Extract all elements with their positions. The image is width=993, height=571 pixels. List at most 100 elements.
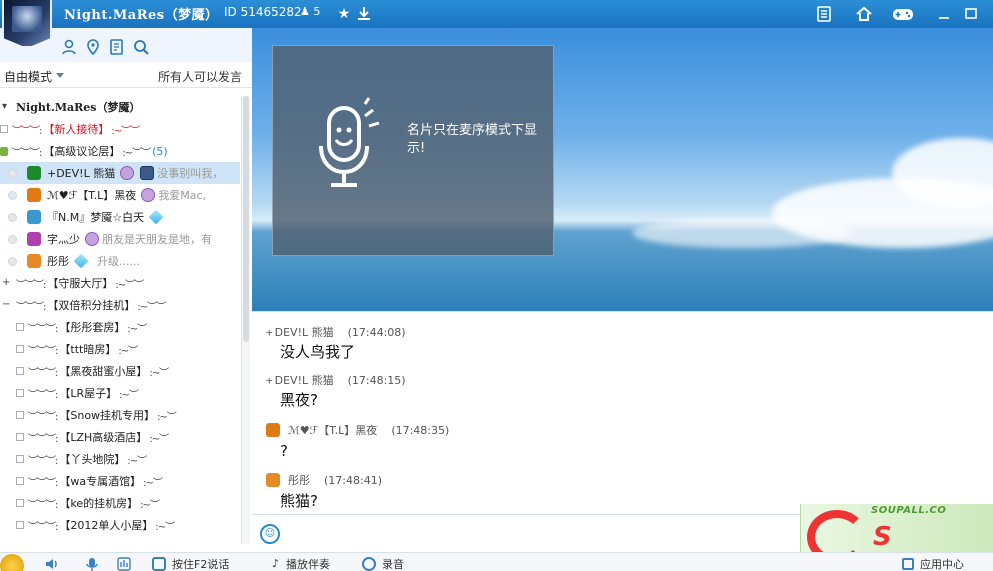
decor-wave: ︶︶︶: bbox=[28, 323, 58, 335]
notes-icon[interactable] bbox=[813, 3, 835, 25]
bulletin-icon[interactable] bbox=[108, 38, 126, 56]
scroll-thumb[interactable] bbox=[243, 96, 249, 342]
expand-toggle[interactable] bbox=[16, 411, 24, 419]
user-signature: 朋友是天朋友是地，有 bbox=[102, 233, 212, 246]
decor-wave: :~︶ bbox=[127, 455, 147, 467]
channel-name: 【LZH高级酒店】 bbox=[59, 431, 148, 444]
subchannel-item[interactable]: ︶︶︶: 【ttt暗房】 :~︶ bbox=[0, 338, 240, 360]
music-icon: ♪ bbox=[272, 557, 280, 570]
channel-item[interactable]: ︶︶︶: 【新人接待】 :~︶︶ bbox=[0, 118, 240, 140]
decor-wave: ︶︶︶: bbox=[28, 345, 58, 357]
message-sender[interactable]: 彤彤 bbox=[288, 472, 310, 488]
location-icon[interactable] bbox=[84, 38, 102, 56]
record-label: 录音 bbox=[382, 558, 404, 571]
grid-icon bbox=[902, 558, 914, 570]
message-time: (17:48:15) bbox=[347, 373, 406, 387]
expand-toggle[interactable] bbox=[16, 433, 24, 441]
message-header: 彤彤 (17:48:41) bbox=[266, 472, 382, 488]
online-count: ♟ 5 bbox=[300, 5, 320, 18]
channel-item[interactable]: + ︶︶︶: 【守服大厅】 :~︶︶ bbox=[0, 272, 240, 294]
subchannel-item[interactable]: ︶︶︶: 【丫头地院】 :~︶ bbox=[0, 448, 240, 470]
subchannel-item[interactable]: ︶︶︶: 【2012单人小屋】 :~︶ bbox=[0, 514, 240, 536]
user-icon: ♟ bbox=[300, 5, 310, 18]
mic-settings-icon[interactable] bbox=[84, 556, 100, 571]
decor-wave: ︶︶︶: bbox=[28, 455, 58, 467]
expand-toggle[interactable] bbox=[16, 345, 24, 353]
tree-root[interactable]: ▾ Night.MaRes（梦魇） bbox=[0, 96, 240, 118]
home-icon[interactable] bbox=[853, 3, 875, 25]
user-signature: 没事别叫我， bbox=[157, 167, 224, 180]
mode-dropdown[interactable]: 自由模式 bbox=[4, 68, 52, 85]
decor-wave: :~︶ bbox=[155, 521, 175, 533]
user-item[interactable]: 『N.M』梦魇☆白天 bbox=[0, 206, 240, 228]
subchannel-item[interactable]: ︶︶︶: 【Snow挂机专用】 :~︶ bbox=[0, 404, 240, 426]
message-sender[interactable]: ℳ♥ℱ【T.L】黑夜 bbox=[288, 422, 377, 438]
expand-toggle[interactable] bbox=[16, 499, 24, 507]
subchannel-item[interactable]: ︶︶︶: 【彤彤套房】 :~︶ bbox=[0, 316, 240, 338]
gamepad-icon[interactable] bbox=[890, 3, 916, 25]
app-center-button[interactable]: 应用中心 bbox=[902, 556, 964, 571]
user-item[interactable]: ℳ♥ℱ【T.L】黑夜 我爱Mac, bbox=[0, 184, 240, 206]
subchannel-item[interactable]: ︶︶︶: 【ke的挂机房】 :~︶ bbox=[0, 492, 240, 514]
expand-icon[interactable]: + bbox=[2, 278, 10, 288]
user-item[interactable]: 字灬少 朋友是天朋友是地，有 bbox=[0, 228, 240, 250]
maximize-icon[interactable] bbox=[960, 3, 982, 25]
business-card: 名片只在麦序模式下显示! bbox=[272, 45, 554, 256]
collapse-icon[interactable]: ▾ bbox=[2, 102, 10, 112]
expand-toggle[interactable] bbox=[16, 521, 24, 529]
minimize-icon[interactable] bbox=[933, 3, 955, 25]
message-header: + DEV!L 熊猫 (17:48:15) bbox=[266, 372, 406, 388]
message-sender[interactable]: DEV!L 熊猫 bbox=[275, 324, 334, 340]
members-icon[interactable] bbox=[60, 38, 78, 56]
channel-name: 【Snow挂机专用】 bbox=[59, 409, 156, 422]
subchannel-item[interactable]: ︶︶︶: 【wa专属酒馆】 :~︶ bbox=[0, 470, 240, 492]
chevron-down-icon[interactable] bbox=[56, 73, 64, 78]
record-icon bbox=[362, 557, 376, 571]
collapse-icon[interactable]: − bbox=[2, 300, 10, 310]
decor-wave: ︶︶︶: bbox=[12, 125, 42, 137]
expand-toggle[interactable] bbox=[16, 323, 24, 331]
subchannel-item[interactable]: ︶︶︶: 【LR屋子】 :~︶ bbox=[0, 382, 240, 404]
user-item[interactable]: +DEV!L 熊猫 没事别叫我， bbox=[0, 162, 240, 184]
user-name: 彤彤 bbox=[47, 255, 69, 268]
user-name: ℳ♥ℱ【T.L】黑夜 bbox=[47, 189, 137, 202]
equalizer-icon[interactable] bbox=[116, 556, 132, 571]
self-avatar[interactable] bbox=[0, 554, 24, 571]
subchannel-item[interactable]: ︶︶︶: 【黑夜甜蜜小屋】 :~︶ bbox=[0, 360, 240, 382]
emoji-icon[interactable]: ☺ bbox=[260, 524, 280, 544]
decor-wave: :~︶ bbox=[149, 367, 169, 379]
download-icon[interactable] bbox=[353, 3, 375, 25]
channel-item[interactable]: ︶︶︶: 【高级议论层】 :~︶︶ (5) bbox=[0, 140, 240, 162]
message-time: (17:48:35) bbox=[391, 423, 450, 437]
expand-toggle[interactable] bbox=[16, 367, 24, 375]
message-header: ℳ♥ℱ【T.L】黑夜 (17:48:35) bbox=[266, 422, 449, 438]
subchannel-item[interactable]: ︶︶︶: 【LZH高级酒店】 :~︶ bbox=[0, 426, 240, 448]
decor-wave: :~︶ bbox=[119, 389, 139, 401]
user-name: 『N.M』梦魇☆白天 bbox=[47, 211, 145, 224]
stage-area: 名片只在麦序模式下显示! bbox=[252, 28, 993, 311]
expand-toggle[interactable] bbox=[16, 455, 24, 463]
user-avatar bbox=[27, 232, 41, 246]
play-music-button[interactable]: ♪ 播放伴奏 bbox=[272, 556, 330, 571]
record-button[interactable]: 录音 bbox=[362, 556, 404, 571]
cloud-decor bbox=[632, 218, 852, 248]
root-channel-name: Night.MaRes（梦魇） bbox=[16, 101, 141, 114]
expand-toggle[interactable] bbox=[16, 389, 24, 397]
expand-toggle[interactable] bbox=[16, 477, 24, 485]
tree-scrollbar[interactable] bbox=[241, 96, 250, 544]
decor-wave: ︶︶︶: bbox=[16, 301, 46, 313]
diamond-icon bbox=[73, 253, 89, 269]
speaker-icon[interactable] bbox=[44, 556, 60, 571]
user-item[interactable]: 彤彤 升级...... bbox=[0, 250, 240, 272]
decor-wave: ︶︶︶: bbox=[28, 499, 58, 511]
expand-toggle[interactable] bbox=[0, 125, 8, 133]
favorite-star-icon[interactable]: ★ bbox=[333, 3, 355, 25]
level-badge-icon bbox=[140, 166, 155, 180]
channel-item[interactable]: − ︶︶︶: 【双倍积分挂机】 :~︶︶ bbox=[0, 294, 240, 316]
vip-badge-icon bbox=[141, 188, 156, 202]
message-sender[interactable]: DEV!L 熊猫 bbox=[275, 372, 334, 388]
push-to-talk-button[interactable]: 按住F2说话 bbox=[152, 556, 229, 571]
lock-icon bbox=[0, 146, 8, 156]
search-icon[interactable] bbox=[132, 38, 150, 56]
message-text: 熊猫? bbox=[280, 492, 318, 510]
